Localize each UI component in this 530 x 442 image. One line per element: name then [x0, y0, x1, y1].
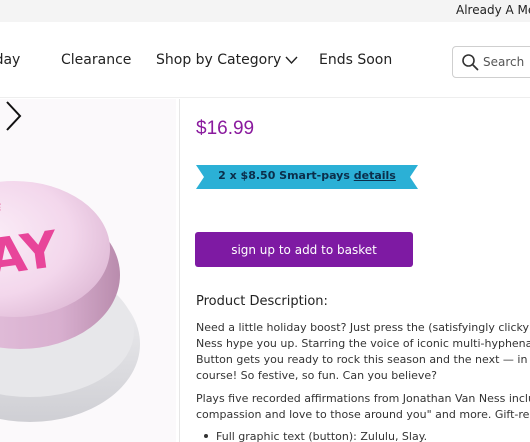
product-image-gallery: ❦ AY — [0, 99, 176, 442]
chevron-down-icon — [285, 56, 298, 65]
smartpays-banner: 2 x $8.50 Smart-pays details — [196, 165, 418, 189]
description-line: course! So festive, so fun. Can you beli… — [196, 369, 438, 382]
description-title: Product Description: — [196, 294, 328, 309]
smartpays-label: 2 x $8.50 Smart-pays — [218, 169, 350, 182]
description-bullet: Full graphic text (button): Zululu, Slay… — [204, 430, 428, 442]
nav-item-shop-by-category[interactable]: Shop by Category — [156, 52, 298, 68]
product-price: $16.99 — [196, 118, 255, 139]
search-icon — [462, 54, 479, 71]
product-image: ❦ AY — [0, 99, 176, 442]
chevron-right-icon[interactable] — [0, 99, 26, 133]
nav-item-today[interactable]: oday — [0, 52, 20, 68]
search-box[interactable] — [452, 46, 530, 78]
smartpays-details-link[interactable]: details — [354, 169, 396, 182]
nav-item-label: Shop by Category — [156, 52, 282, 68]
top-utility-bar: Already A Me — [0, 0, 530, 22]
bullet-text: Full graphic text (button): Zululu, Slay… — [216, 430, 428, 442]
account-link[interactable]: Already A Me — [456, 3, 530, 17]
nav-item-ends-soon[interactable]: Ends Soon — [319, 52, 392, 68]
nav-item-clearance[interactable]: Clearance — [61, 52, 131, 68]
panel-divider — [179, 99, 180, 442]
description-line: Need a little holiday boost? Just press … — [196, 321, 530, 334]
description-paragraph-1: Need a little holiday boost? Just press … — [196, 320, 530, 384]
description-paragraph-2: Plays five recorded affirmations from Jo… — [196, 391, 530, 423]
smartpays-text: 2 x $8.50 Smart-pays details — [196, 169, 418, 182]
bullet-dot — [204, 434, 208, 438]
description-line: Button gets you ready to rock this seaso… — [196, 353, 530, 366]
main-nav: oday Clearance Shop by Category Ends Soo… — [0, 22, 530, 98]
description-line: Ness hype you up. Starring the voice of … — [196, 337, 530, 350]
add-to-basket-button[interactable]: sign up to add to basket — [195, 232, 413, 267]
description-line: Plays five recorded affirmations from Jo… — [196, 392, 530, 405]
search-input[interactable] — [483, 55, 530, 69]
product-image-text: AY — [0, 220, 62, 287]
description-line: compassion and love to those around you"… — [196, 408, 530, 421]
